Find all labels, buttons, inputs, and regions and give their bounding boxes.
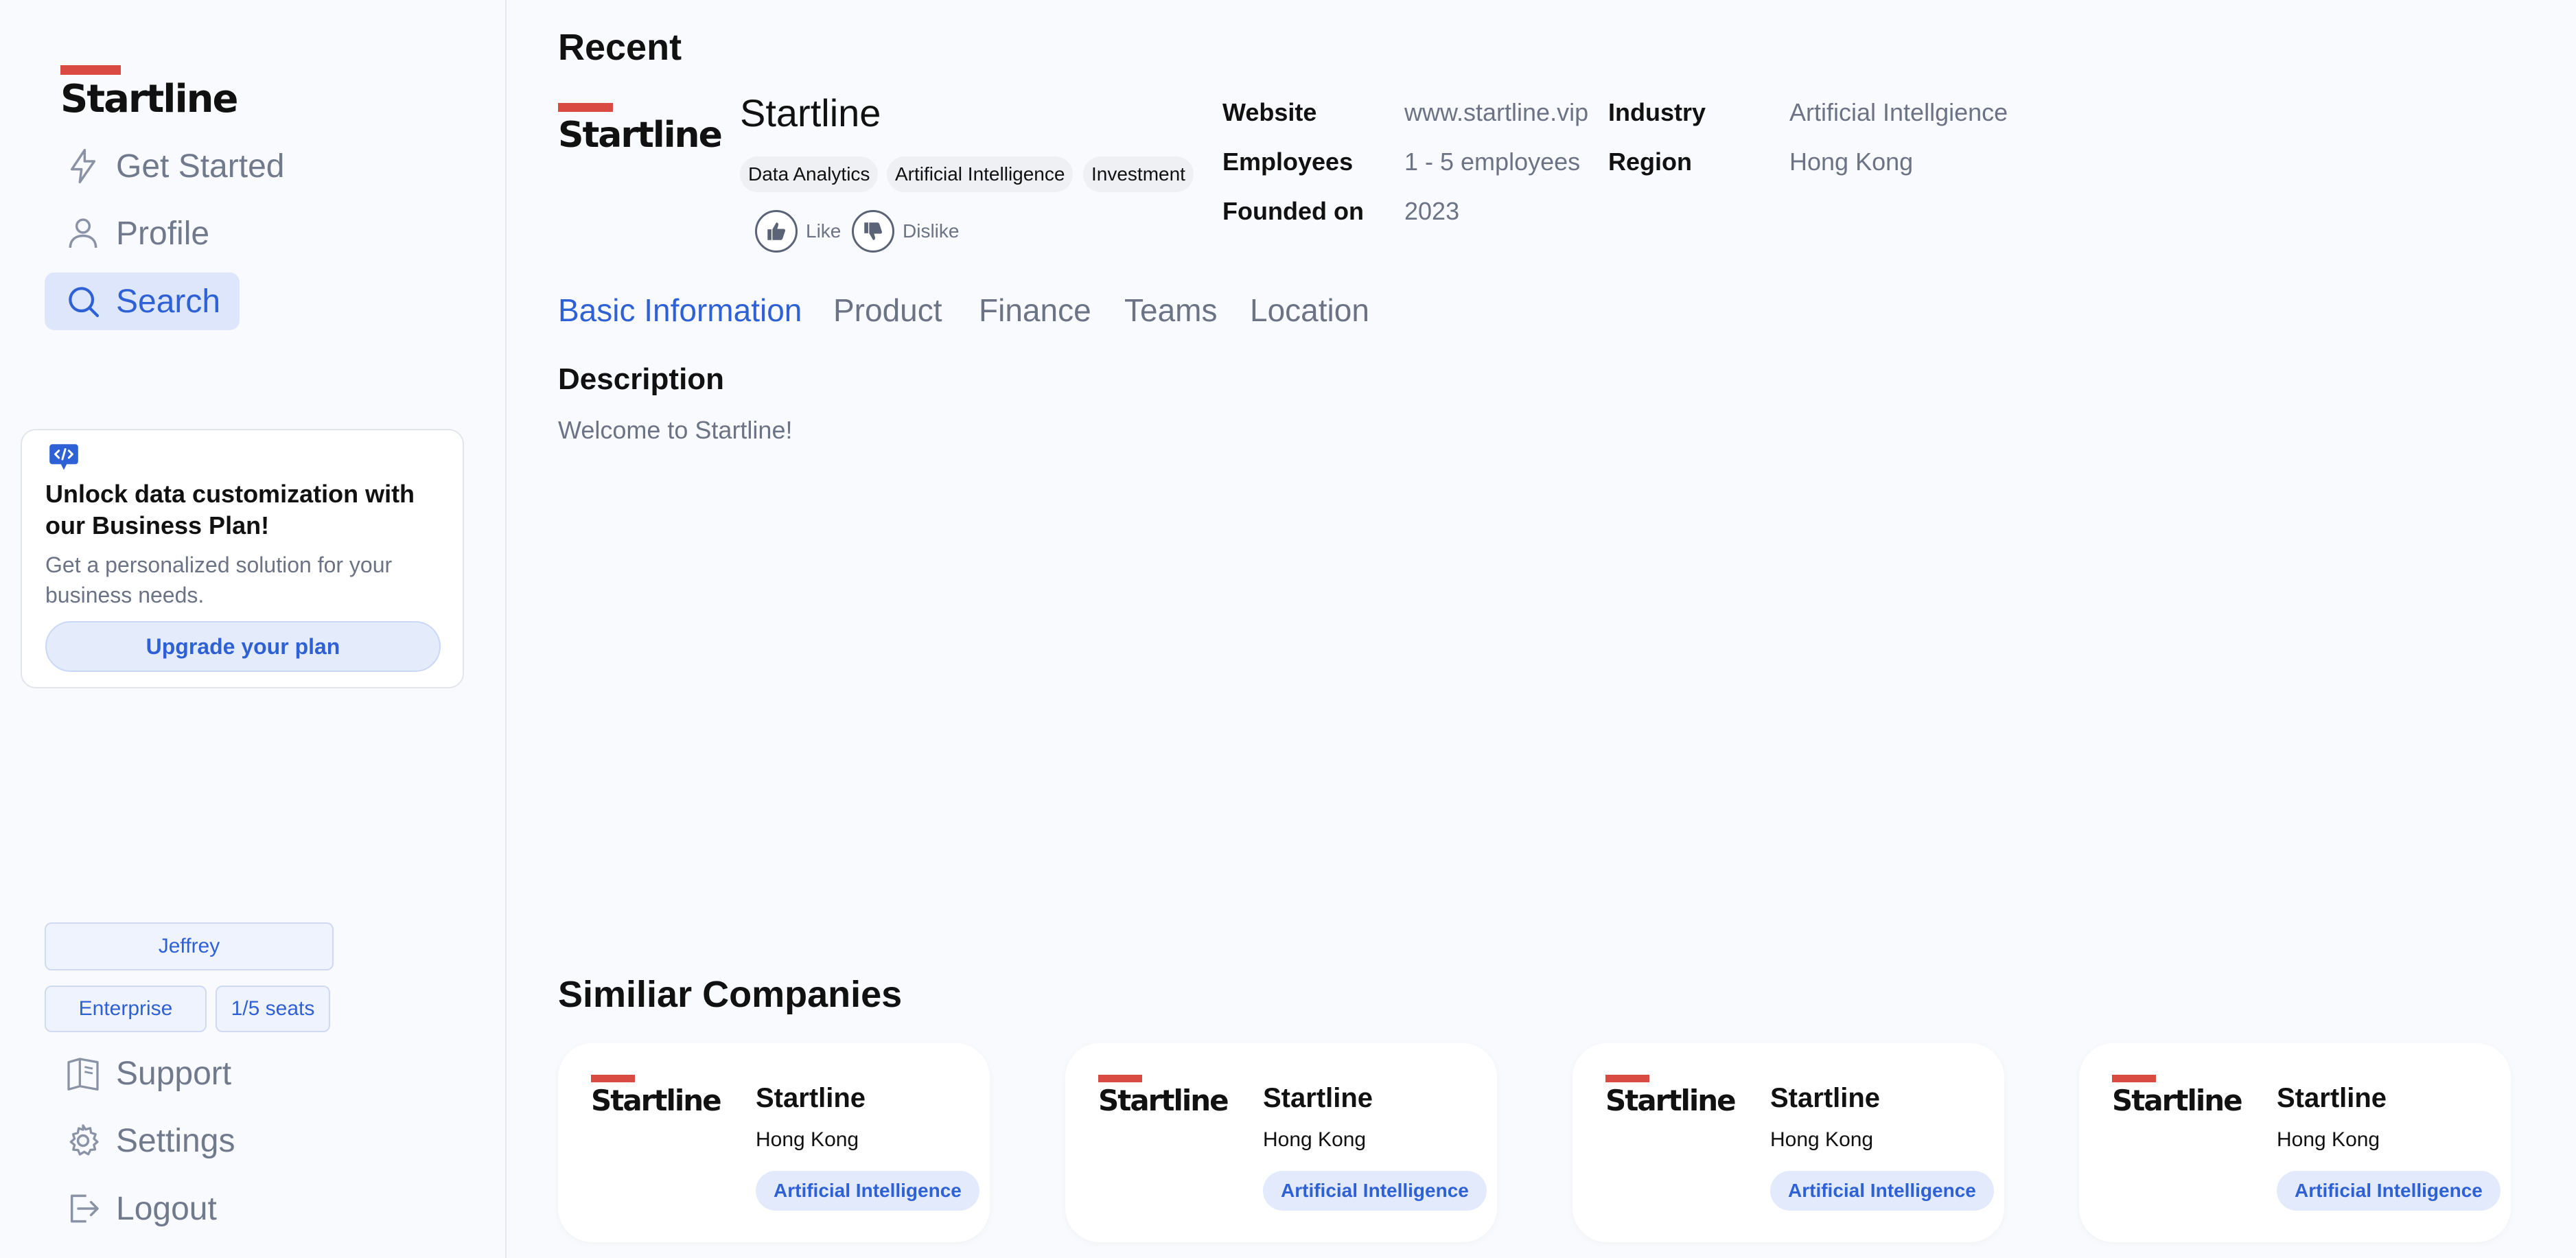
dislike-label: Dislike (903, 220, 960, 242)
company-card[interactable]: Startline Startline Hong Kong Artificial… (2079, 1043, 2511, 1242)
card-logo: Startline (2112, 1075, 2243, 1117)
industry-label: Industry (1608, 98, 1706, 126)
business-plan-promo: Unlock data customization with our Busin… (21, 429, 464, 688)
company-card[interactable]: Startline Startline Hong Kong Artificial… (1065, 1043, 1497, 1242)
nav-label: Support (116, 1055, 232, 1092)
plan-chip: Enterprise (45, 986, 207, 1032)
upgrade-plan-button[interactable]: Upgrade your plan (45, 621, 441, 672)
promo-title: Unlock data customization with our Busin… (45, 480, 415, 539)
nav-profile[interactable]: Profile (45, 205, 229, 262)
logo-wordmark: Startline (60, 77, 239, 121)
logo-accent-bar (558, 103, 613, 112)
search-icon (69, 287, 100, 318)
tab-basic-information[interactable]: Basic Information (558, 292, 802, 329)
nav-label: Profile (116, 215, 210, 252)
nav-settings[interactable]: Settings (45, 1112, 254, 1169)
company-tag: Artificial Intelligence (887, 156, 1074, 192)
card-region: Hong Kong (2277, 1128, 2380, 1151)
dislike-button[interactable]: Dislike (852, 210, 959, 253)
nav-get-started[interactable]: Get Started (45, 137, 303, 195)
logo-wordmark: Startline (591, 1084, 722, 1117)
logo-wordmark: Startline (558, 115, 723, 156)
card-industry-tag: Artificial Intelligence (1770, 1171, 1994, 1211)
seats-chip: 1/5 seats (216, 986, 330, 1032)
nav-support[interactable]: Support (45, 1045, 251, 1102)
recent-heading: Recent (558, 27, 682, 68)
similar-companies-heading: Similiar Companies (558, 974, 903, 1015)
promo-description: Get a personalized solution for your bus… (45, 552, 393, 607)
nav-label: Get Started (116, 148, 285, 185)
user-name-chip[interactable]: Jeffrey (45, 922, 334, 970)
card-company-name: Startline (2277, 1083, 2387, 1113)
card-industry-tag: Artificial Intelligence (756, 1171, 979, 1211)
lightning-icon (70, 148, 96, 184)
logo-wordmark: Startline (2112, 1084, 2243, 1117)
description-title: Description (558, 362, 725, 396)
logo-wordmark: Startline (1605, 1084, 1737, 1117)
card-logo: Startline (1098, 1075, 1229, 1117)
card-logo: Startline (1605, 1075, 1737, 1117)
description-text: Welcome to Startline! (558, 416, 793, 444)
like-button[interactable]: Like (755, 210, 841, 253)
company-logo: Startline (558, 103, 723, 156)
employees-value: 1 - 5 employees (1404, 148, 1581, 176)
user-icon (69, 218, 97, 248)
company-tag: Investment (1083, 156, 1194, 192)
tab-product[interactable]: Product (833, 292, 942, 329)
card-industry-tag: Artificial Intelligence (1263, 1171, 1487, 1211)
card-region: Hong Kong (756, 1128, 859, 1151)
thumbs-down-icon (852, 210, 894, 253)
region-label: Region (1608, 148, 1692, 176)
card-company-name: Startline (756, 1083, 866, 1113)
company-tag: Data Analytics (740, 156, 879, 192)
company-card[interactable]: Startline Startline Hong Kong Artificial… (1573, 1043, 2004, 1242)
website-value[interactable]: www.startline.vip (1404, 98, 1588, 127)
logo-accent-bar (1098, 1075, 1142, 1082)
logo-accent-bar (1605, 1075, 1649, 1082)
card-region: Hong Kong (1263, 1128, 1367, 1151)
book-icon (67, 1058, 99, 1091)
logout-icon (70, 1194, 99, 1223)
nav-search[interactable]: Search (45, 272, 240, 330)
thumbs-up-icon (755, 210, 798, 253)
employees-label: Employees (1222, 148, 1354, 176)
logo-accent-bar (591, 1075, 635, 1082)
gear-icon (69, 1124, 99, 1156)
logo-accent-bar (2112, 1075, 2156, 1082)
card-logo: Startline (591, 1075, 722, 1117)
founded-value: 2023 (1404, 197, 1460, 225)
industry-value: Artificial Intellgience (1789, 98, 2008, 126)
region-value: Hong Kong (1789, 148, 1914, 176)
website-label: Website (1222, 98, 1317, 126)
logo-accent-bar (60, 65, 121, 75)
logo-wordmark: Startline (1098, 1084, 1229, 1117)
tab-teams[interactable]: Teams (1124, 292, 1217, 329)
tab-finance[interactable]: Finance (979, 292, 1091, 329)
company-card[interactable]: Startline Startline Hong Kong Artificial… (558, 1043, 990, 1242)
code-chat-icon (49, 444, 78, 470)
card-company-name: Startline (1263, 1083, 1373, 1113)
nav-logout[interactable]: Logout (45, 1180, 236, 1237)
startline-logo[interactable]: Startline (60, 65, 239, 121)
nav-label: Logout (116, 1190, 217, 1227)
nav-label: Search (116, 283, 221, 320)
card-region: Hong Kong (1770, 1128, 1874, 1151)
founded-label: Founded on (1222, 197, 1364, 225)
sidebar: Startline Get Started Profile Search Unl… (0, 0, 507, 1258)
like-label: Like (806, 220, 842, 242)
nav-label: Settings (116, 1122, 235, 1159)
card-company-name: Startline (1770, 1083, 1881, 1113)
company-name: Startline (740, 91, 881, 135)
card-industry-tag: Artificial Intelligence (2277, 1171, 2500, 1211)
tab-location[interactable]: Location (1250, 292, 1369, 329)
